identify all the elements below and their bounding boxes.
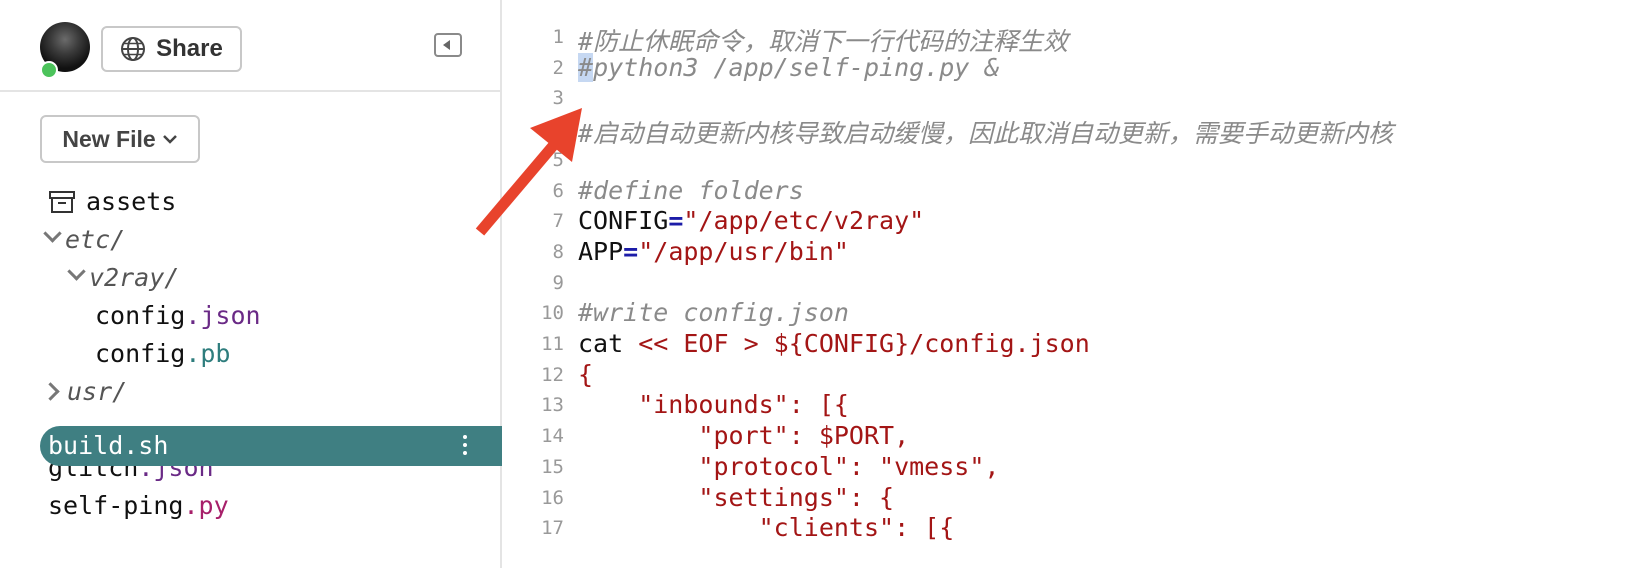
line-number: 16: [541, 486, 564, 509]
share-button[interactable]: Share: [101, 26, 242, 72]
code-line[interactable]: CONFIG="/app/etc/v2ray": [578, 206, 924, 235]
tree-item-label: usr/: [67, 377, 128, 406]
line-number: 2: [552, 56, 564, 79]
more-options-icon[interactable]: [463, 435, 467, 457]
line-number: 15: [541, 455, 564, 478]
tree-item-label: v2ray/: [89, 263, 180, 292]
line-number: 9: [552, 271, 564, 294]
line-number: 3: [552, 87, 564, 110]
chevron-down-icon: [162, 135, 177, 144]
line-number: 13: [541, 394, 564, 417]
tree-item-assets[interactable]: assets: [48, 182, 176, 222]
tree-item-self-ping-py[interactable]: self-ping.py: [48, 486, 229, 526]
line-number: 8: [552, 240, 564, 263]
chevron-down-icon: [67, 262, 86, 281]
code-line[interactable]: #python3 /app/self-ping.py &: [578, 52, 999, 82]
sidebar-header: Share: [0, 0, 500, 92]
new-file-button[interactable]: New File: [40, 115, 200, 163]
code-editor[interactable]: 1 #防止休眠命令，取消下一行代码的注释生效 2 #python3 /app/self…: [502, 0, 1630, 568]
tree-item-build-sh[interactable]: build.sh: [40, 426, 502, 466]
tree-item-etc[interactable]: etc/: [43, 220, 126, 260]
line-number: 11: [541, 333, 564, 355]
code-line[interactable]: "port": $PORT,: [578, 421, 909, 450]
tree-item-usr[interactable]: usr/: [41, 372, 128, 412]
line-number: 12: [541, 363, 564, 386]
code-line[interactable]: "inbounds": [{: [578, 390, 849, 419]
tree-item-label: self-ping: [48, 491, 184, 520]
new-file-label: New File: [62, 125, 156, 152]
tree-item-label: config: [95, 339, 186, 368]
file-extension: .json: [185, 301, 261, 330]
code-line[interactable]: {: [578, 360, 593, 389]
line-number: 10: [541, 302, 564, 325]
code-line[interactable]: #write config.json: [578, 298, 849, 327]
chevron-right-icon: [41, 382, 60, 401]
tree-item-label: etc/: [65, 225, 126, 254]
sidebar-collapse-icon[interactable]: [434, 33, 462, 57]
line-number: 5: [552, 148, 564, 171]
sidebar: Share New File assets etc/ v2ray/ config…: [0, 0, 502, 568]
tree-item-config-json[interactable]: config.json: [95, 296, 261, 336]
code-line[interactable]: cat << EOF > ${CONFIG}/config.json: [578, 329, 1090, 358]
file-extension: .py: [183, 491, 229, 520]
line-number: 17: [541, 517, 564, 540]
code-line[interactable]: APP="/app/usr/bin": [578, 237, 849, 266]
code-line[interactable]: "settings": {: [578, 483, 894, 512]
tree-item-label: config: [95, 301, 186, 330]
tree-item-label: assets: [86, 187, 177, 216]
code-line[interactable]: #define folders: [578, 176, 804, 205]
line-number: 1: [552, 26, 564, 48]
online-status-icon: [40, 61, 58, 79]
code-line[interactable]: "clients": [{: [578, 513, 955, 542]
code-line[interactable]: #启动自动更新内核导致启动缓慢，因此取消自动更新，需要手动更新内核: [578, 114, 1393, 150]
line-number: 7: [552, 210, 564, 233]
archive-icon: [49, 191, 75, 213]
chevron-down-icon: [43, 224, 62, 243]
globe-icon: [121, 37, 146, 61]
code-line[interactable]: "protocol": "vmess",: [578, 452, 999, 481]
line-number: 6: [552, 179, 564, 202]
tree-item-label: build.sh: [48, 431, 169, 460]
file-extension: .pb: [185, 339, 231, 368]
line-number: 4: [552, 118, 564, 141]
tree-item-config-pb[interactable]: config.pb: [95, 334, 230, 374]
share-label: Share: [156, 35, 223, 62]
line-number: 14: [541, 425, 564, 448]
tree-item-v2ray[interactable]: v2ray/: [67, 258, 180, 298]
